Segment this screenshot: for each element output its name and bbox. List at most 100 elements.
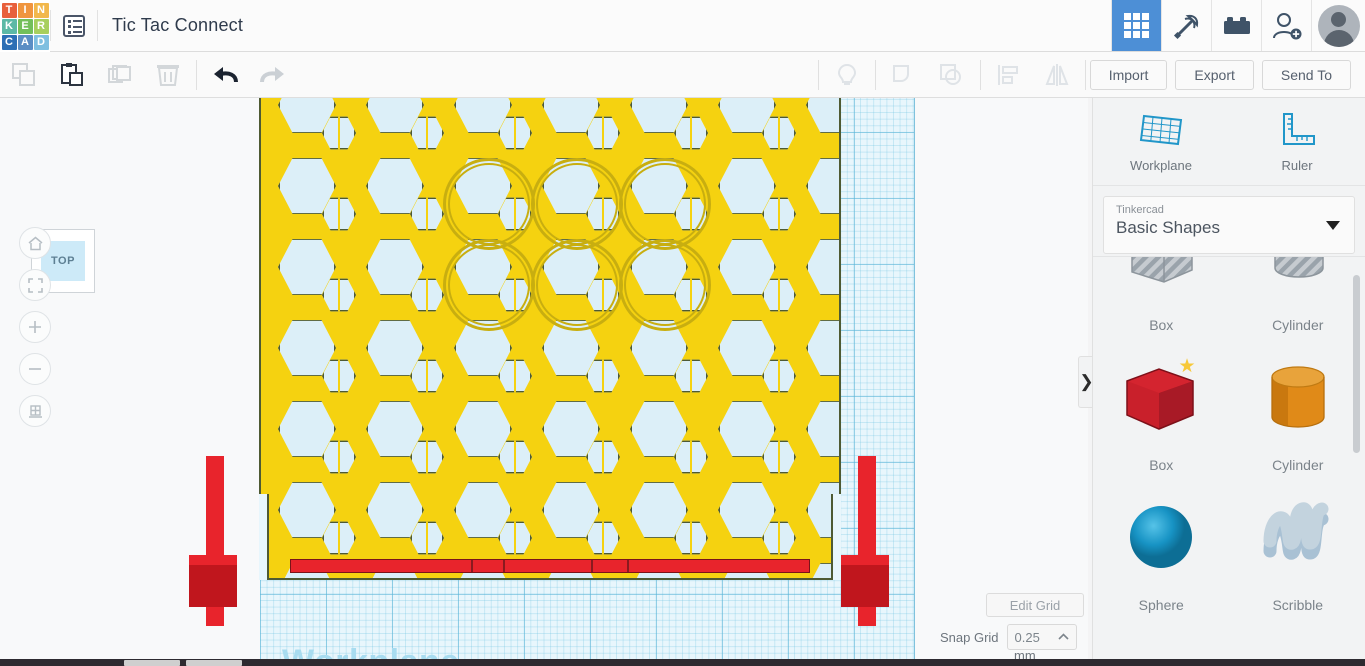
- hex-hole: [806, 98, 839, 133]
- delete-button[interactable]: [144, 52, 192, 98]
- hex-hole: [806, 239, 839, 295]
- lightbulb-icon: [837, 63, 856, 85]
- workplane-tool-label: Workplane: [1130, 158, 1192, 173]
- shape-item-box-0[interactable]: Box: [1093, 257, 1230, 339]
- duplicate-icon: [108, 64, 131, 83]
- design-list-button[interactable]: [51, 0, 97, 51]
- shapes-scrollbar-track[interactable]: [1353, 257, 1363, 659]
- featured-star-icon: ★: [1178, 356, 1196, 377]
- shape-item-scribble-5[interactable]: Scribble: [1230, 479, 1365, 619]
- os-taskbar: [0, 659, 1365, 666]
- hex-hole: [806, 158, 839, 214]
- chevron-down-icon: [1326, 221, 1340, 230]
- plate-notch-left: [259, 494, 269, 580]
- user-avatar-button[interactable]: [1311, 0, 1365, 51]
- workplane-tool-button[interactable]: Workplane: [1093, 98, 1229, 185]
- shape-label: Cylinder: [1272, 317, 1324, 333]
- purple-roof-icon: [1230, 619, 1365, 659]
- undo-arrow-icon: [214, 66, 238, 82]
- snap-grid-select[interactable]: 0.25: [1006, 624, 1077, 650]
- copy-button[interactable]: [0, 52, 48, 98]
- ortho-perspective-toggle[interactable]: [19, 395, 51, 427]
- shapes-scrollbar-thumb[interactable]: [1353, 275, 1360, 453]
- shape-item-cylinder-3[interactable]: Cylinder: [1230, 339, 1365, 479]
- ruler-icon: [1283, 113, 1315, 145]
- duplicate-button[interactable]: [96, 52, 144, 98]
- grid-apps-button[interactable]: [1111, 0, 1161, 51]
- ring-outline: [448, 163, 530, 245]
- header-spacer: [243, 0, 1111, 51]
- fit-frame-icon: [27, 277, 43, 293]
- shape-item-sphere-4[interactable]: Sphere: [1093, 479, 1230, 619]
- redo-arrow-icon: [260, 66, 284, 82]
- shape-library-dropdown[interactable]: Tinkercad Basic Shapes: [1103, 196, 1355, 254]
- toolbar-separator-3: [874, 59, 876, 90]
- logo-letter-k: K: [1, 18, 17, 34]
- send-to-button[interactable]: Send To: [1261, 59, 1351, 90]
- workplane-grid-icon: [1139, 114, 1183, 146]
- pickaxe-button[interactable]: [1161, 0, 1211, 51]
- shape-label: Sphere: [1138, 597, 1184, 613]
- undo-button[interactable]: [201, 52, 249, 98]
- model-leg-left-foot: [189, 565, 237, 607]
- perforated-plate-model[interactable]: [259, 98, 841, 580]
- logo-letter-c: C: [1, 34, 17, 50]
- solid-cylinder-icon: [1230, 339, 1365, 457]
- model-leg-right-foot: [841, 565, 889, 607]
- export-button[interactable]: Export: [1175, 59, 1254, 90]
- tinkercad-logo[interactable]: TINKERCAD: [0, 0, 50, 52]
- fit-view-button[interactable]: [19, 269, 51, 301]
- solid-sphere-icon: [1093, 479, 1230, 597]
- shape-item-cylinder-1[interactable]: Cylinder: [1230, 257, 1365, 339]
- taskbar-item-1[interactable]: [124, 660, 180, 666]
- edit-grid-button[interactable]: Edit Grid: [986, 593, 1084, 617]
- paste-icon: [61, 62, 83, 86]
- align-button[interactable]: [985, 52, 1033, 98]
- green-roof-icon: [1093, 619, 1230, 659]
- redo-button[interactable]: [249, 52, 297, 98]
- tinkercad-app: TINKERCAD Tic Tac Connect Import Export …: [0, 0, 1365, 666]
- paste-button[interactable]: [48, 52, 96, 98]
- group-shapes-icon: [892, 64, 909, 82]
- shape-item-purple-roof-7[interactable]: [1230, 619, 1365, 659]
- zoom-out-button[interactable]: [19, 353, 51, 385]
- shape-item-box-2[interactable]: ★ Box: [1093, 339, 1230, 479]
- shape-label: Box: [1149, 317, 1174, 333]
- hints-button[interactable]: [823, 52, 871, 98]
- mirror-icon: [1045, 63, 1069, 86]
- workplane-label: Workplane: [282, 643, 460, 659]
- shapes-panel: Workplane Ruler Tinkercad Basic Shapes B…: [1092, 98, 1365, 659]
- ring-outline: [536, 163, 618, 245]
- design-canvas[interactable]: Workplane TOP: [0, 98, 1088, 659]
- brick-icon: [1223, 16, 1250, 34]
- add-person-button[interactable]: [1261, 0, 1311, 51]
- add-person-icon: [1272, 12, 1301, 39]
- align-icon: [997, 64, 1018, 85]
- shape-item-green-roof-6[interactable]: [1093, 619, 1230, 659]
- snap-grid-value: 0.25: [1014, 629, 1040, 645]
- hole-cylinder-icon: [1230, 257, 1365, 317]
- shape-label: Scribble: [1272, 597, 1324, 613]
- hex-hole: [806, 320, 839, 376]
- shapes-gallery[interactable]: Box Cylinder ★Box Cylinder Sphere Scrib: [1093, 256, 1365, 659]
- ungroup-button[interactable]: [928, 52, 976, 98]
- solid-box-icon: [1093, 339, 1230, 457]
- ruler-tool-label: Ruler: [1281, 158, 1313, 173]
- snap-grid-row: Snap Grid 0.25: [940, 624, 1077, 650]
- taskbar-item-2[interactable]: [186, 660, 242, 666]
- shape-label: Cylinder: [1272, 457, 1324, 473]
- panel-tools-row: Workplane Ruler: [1093, 98, 1365, 186]
- toolbar-separator-4: [979, 59, 981, 90]
- group-button[interactable]: [880, 52, 928, 98]
- mirror-button[interactable]: [1033, 52, 1081, 98]
- logo-letter-e: E: [17, 18, 33, 34]
- shape-library-source: Tinkercad: [1116, 204, 1164, 216]
- import-button[interactable]: Import: [1089, 59, 1168, 90]
- plate-notch-right: [831, 494, 841, 580]
- home-view-button[interactable]: [19, 227, 51, 259]
- logo-letter-n: N: [33, 2, 49, 18]
- hex-hole: [806, 401, 839, 457]
- ruler-tool-button[interactable]: Ruler: [1229, 98, 1365, 185]
- zoom-in-button[interactable]: [19, 311, 51, 343]
- brick-button[interactable]: [1211, 0, 1261, 51]
